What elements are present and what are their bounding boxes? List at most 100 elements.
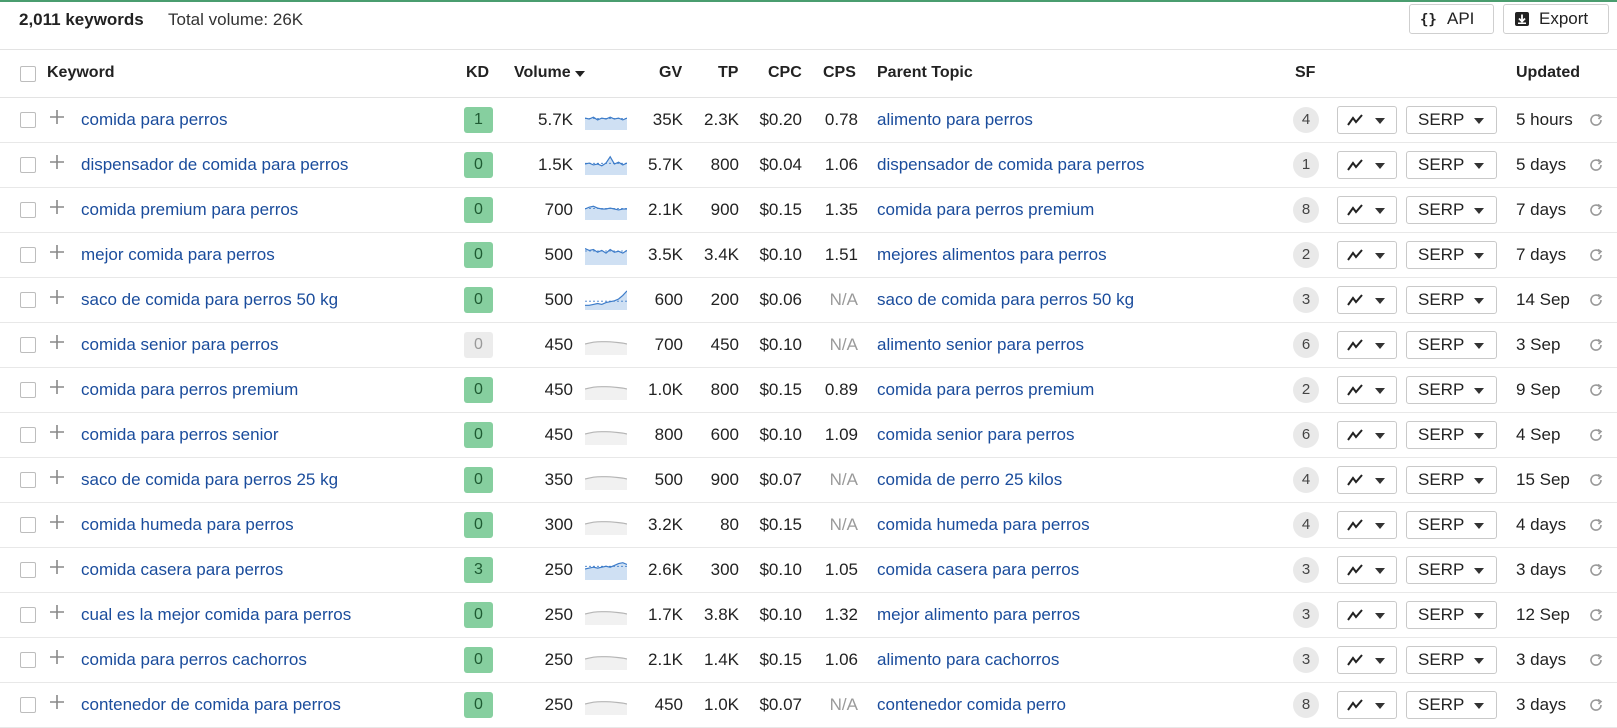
keyword-link[interactable]: comida casera para perros [81,560,283,580]
plus-icon[interactable] [49,244,65,260]
row-checkbox[interactable] [20,607,36,623]
col-tp[interactable]: TP [718,64,738,82]
refresh-icon[interactable] [1588,652,1604,668]
serp-dropdown[interactable]: SERP [1406,646,1497,674]
refresh-icon[interactable] [1588,607,1604,623]
row-checkbox[interactable] [20,382,36,398]
trend-dropdown[interactable] [1337,241,1397,269]
row-checkbox[interactable] [20,427,36,443]
serp-dropdown[interactable]: SERP [1406,556,1497,584]
col-keyword[interactable]: Keyword [47,64,115,82]
plus-icon[interactable] [49,424,65,440]
refresh-icon[interactable] [1588,337,1604,353]
refresh-icon[interactable] [1588,427,1604,443]
parent-topic-link[interactable]: alimento para cachorros [877,650,1059,670]
trend-dropdown[interactable] [1337,151,1397,179]
row-checkbox[interactable] [20,472,36,488]
plus-icon[interactable] [49,289,65,305]
trend-dropdown[interactable] [1337,376,1397,404]
keyword-link[interactable]: comida para perros premium [81,380,298,400]
serp-dropdown[interactable]: SERP [1406,106,1497,134]
parent-topic-link[interactable]: dispensador de comida para perros [877,155,1144,175]
keyword-link[interactable]: comida para perros cachorros [81,650,307,670]
plus-icon[interactable] [49,514,65,530]
row-checkbox[interactable] [20,247,36,263]
col-cpc[interactable]: CPC [768,64,802,82]
serp-dropdown[interactable]: SERP [1406,601,1497,629]
parent-topic-link[interactable]: comida de perro 25 kilos [877,470,1062,490]
col-sf[interactable]: SF [1295,64,1315,82]
row-checkbox[interactable] [20,652,36,668]
parent-topic-link[interactable]: mejor alimento para perros [877,605,1080,625]
sf-count-badge[interactable]: 2 [1293,377,1319,403]
plus-icon[interactable] [49,109,65,125]
keyword-link[interactable]: contenedor de comida para perros [81,695,341,715]
parent-topic-link[interactable]: alimento senior para perros [877,335,1084,355]
refresh-icon[interactable] [1588,202,1604,218]
plus-icon[interactable] [49,199,65,215]
trend-dropdown[interactable] [1337,511,1397,539]
keyword-link[interactable]: saco de comida para perros 50 kg [81,290,338,310]
refresh-icon[interactable] [1588,382,1604,398]
parent-topic-link[interactable]: saco de comida para perros 50 kg [877,290,1134,310]
parent-topic-link[interactable]: comida casera para perros [877,560,1079,580]
col-gv[interactable]: GV [659,64,682,82]
row-checkbox[interactable] [20,202,36,218]
api-button[interactable]: {} API [1409,4,1494,34]
sf-count-badge[interactable]: 6 [1293,422,1319,448]
trend-dropdown[interactable] [1337,601,1397,629]
refresh-icon[interactable] [1588,697,1604,713]
parent-topic-link[interactable]: contenedor comida perro [877,695,1066,715]
serp-dropdown[interactable]: SERP [1406,241,1497,269]
serp-dropdown[interactable]: SERP [1406,511,1497,539]
sf-count-badge[interactable]: 3 [1293,557,1319,583]
keyword-link[interactable]: comida senior para perros [81,335,278,355]
refresh-icon[interactable] [1588,292,1604,308]
serp-dropdown[interactable]: SERP [1406,331,1497,359]
trend-dropdown[interactable] [1337,421,1397,449]
sf-count-badge[interactable]: 8 [1293,692,1319,718]
col-kd[interactable]: KD [466,64,489,82]
parent-topic-link[interactable]: comida para perros premium [877,200,1094,220]
keyword-link[interactable]: mejor comida para perros [81,245,275,265]
serp-dropdown[interactable]: SERP [1406,376,1497,404]
parent-topic-link[interactable]: alimento para perros [877,110,1033,130]
plus-icon[interactable] [49,604,65,620]
keyword-link[interactable]: saco de comida para perros 25 kg [81,470,338,490]
sf-count-badge[interactable]: 3 [1293,647,1319,673]
col-volume[interactable]: Volume [514,64,571,82]
plus-icon[interactable] [49,694,65,710]
keyword-link[interactable]: dispensador de comida para perros [81,155,348,175]
parent-topic-link[interactable]: mejores alimentos para perros [877,245,1107,265]
col-cps[interactable]: CPS [823,64,856,82]
row-checkbox[interactable] [20,697,36,713]
sf-count-badge[interactable]: 2 [1293,242,1319,268]
row-checkbox[interactable] [20,157,36,173]
refresh-icon[interactable] [1588,247,1604,263]
plus-icon[interactable] [49,154,65,170]
row-checkbox[interactable] [20,112,36,128]
plus-icon[interactable] [49,559,65,575]
col-updated[interactable]: Updated [1516,64,1580,82]
parent-topic-link[interactable]: comida senior para perros [877,425,1074,445]
keyword-link[interactable]: comida premium para perros [81,200,298,220]
trend-dropdown[interactable] [1337,556,1397,584]
trend-dropdown[interactable] [1337,466,1397,494]
row-checkbox[interactable] [20,517,36,533]
refresh-icon[interactable] [1588,112,1604,128]
sf-count-badge[interactable]: 3 [1293,602,1319,628]
sf-count-badge[interactable]: 4 [1293,512,1319,538]
refresh-icon[interactable] [1588,157,1604,173]
sf-count-badge[interactable]: 6 [1293,332,1319,358]
export-button[interactable]: Export [1503,4,1609,34]
plus-icon[interactable] [49,649,65,665]
refresh-icon[interactable] [1588,517,1604,533]
plus-icon[interactable] [49,379,65,395]
serp-dropdown[interactable]: SERP [1406,421,1497,449]
refresh-icon[interactable] [1588,562,1604,578]
sf-count-badge[interactable]: 8 [1293,197,1319,223]
trend-dropdown[interactable] [1337,331,1397,359]
row-checkbox[interactable] [20,562,36,578]
sf-count-badge[interactable]: 3 [1293,287,1319,313]
sf-count-badge[interactable]: 4 [1293,107,1319,133]
